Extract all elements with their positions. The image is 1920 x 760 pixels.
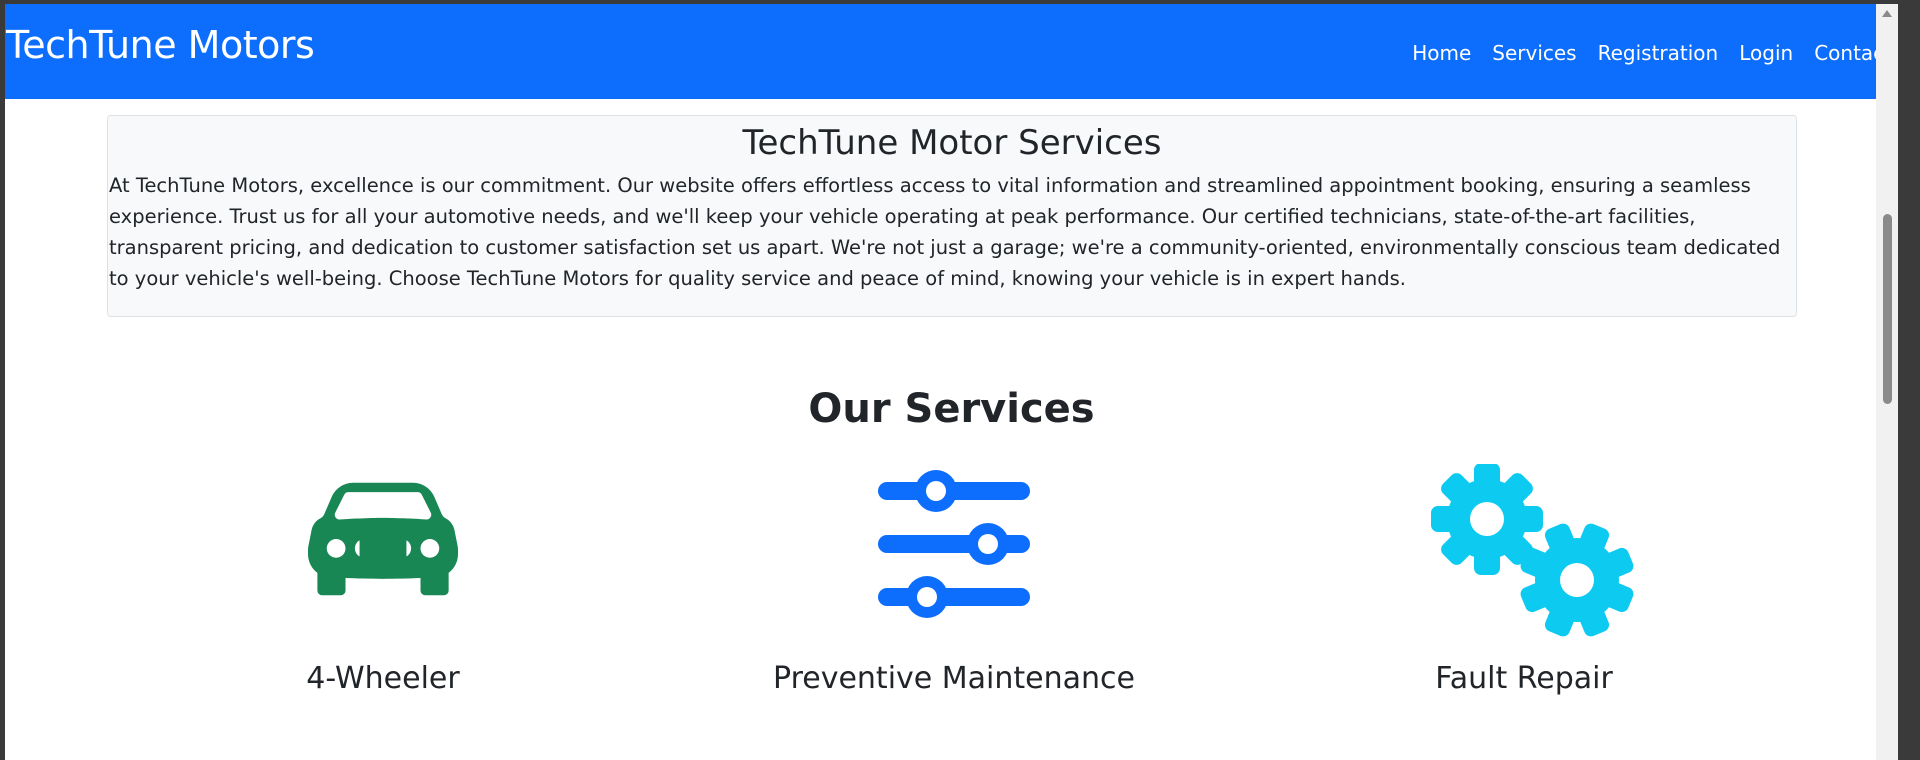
sliders-icon bbox=[704, 464, 1204, 634]
service-label-preventive-maintenance: Preventive Maintenance bbox=[773, 661, 1135, 696]
brand-logo[interactable]: TechTune Motors bbox=[6, 26, 315, 64]
scroll-up-arrow-icon[interactable] bbox=[1882, 10, 1892, 17]
services-title: Our Services bbox=[808, 386, 1095, 432]
nav-link-login[interactable]: Login bbox=[1739, 43, 1793, 63]
nav-link-home[interactable]: Home bbox=[1412, 43, 1471, 63]
intro-body: At TechTune Motors, excellence is our co… bbox=[109, 174, 1781, 290]
nav-link-services[interactable]: Services bbox=[1492, 43, 1576, 63]
scrollbar-thumb[interactable] bbox=[1883, 214, 1892, 404]
car-icon bbox=[133, 464, 633, 634]
intro-title: TechTune Motor Services bbox=[742, 123, 1162, 163]
vertical-scrollbar[interactable] bbox=[1876, 4, 1898, 760]
service-card-fault-repair: Fault Repair bbox=[1274, 464, 1774, 696]
service-label-fault-repair: Fault Repair bbox=[1435, 661, 1613, 696]
service-card-preventive-maintenance: Preventive Maintenance bbox=[704, 464, 1204, 696]
service-card-4-wheeler: 4-Wheeler bbox=[133, 464, 633, 696]
nav-link-registration[interactable]: Registration bbox=[1598, 43, 1719, 63]
service-label-4-wheeler: 4-Wheeler bbox=[306, 661, 460, 696]
intro-panel: TechTune Motor Services At TechTune Moto… bbox=[107, 115, 1797, 317]
nav-links: Home Services Registration Login Contact bbox=[1412, 43, 1892, 63]
gears-icon bbox=[1274, 464, 1774, 637]
navbar: TechTune Motors Home Services Registrati… bbox=[5, 4, 1898, 99]
browser-viewport: TechTune Motors Home Services Registrati… bbox=[5, 4, 1898, 760]
